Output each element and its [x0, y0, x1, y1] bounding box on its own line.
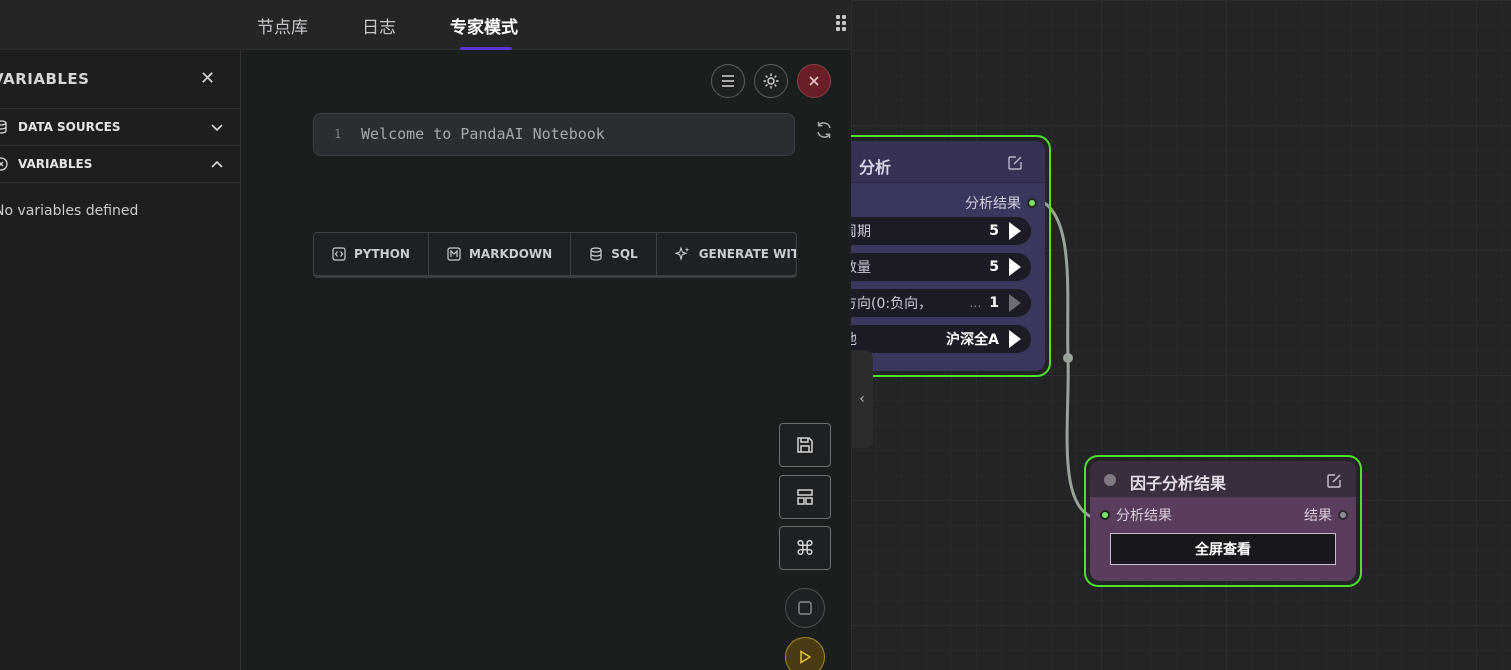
- refresh-icon[interactable]: [814, 120, 834, 140]
- section-data-sources[interactable]: DATA SOURCES: [0, 109, 240, 146]
- section-label: VARIABLES: [18, 157, 93, 171]
- layout-icon: [797, 489, 813, 505]
- increment-arrow-icon[interactable]: [1009, 222, 1021, 240]
- close-notebook-button[interactable]: [797, 64, 831, 98]
- param-label: 方向(0:负向，: [851, 296, 933, 312]
- param-value: 沪深全A: [946, 332, 999, 348]
- variable-icon: [0, 157, 8, 171]
- increment-arrow-icon[interactable]: [1009, 258, 1021, 276]
- increment-arrow-icon[interactable]: [1009, 294, 1021, 312]
- database-icon: [590, 247, 602, 261]
- factor-analysis-node[interactable]: 分析 分析结果 周期 5 数量 5 方向(0:负向，: [851, 135, 1051, 377]
- button-label: SQL: [611, 247, 638, 261]
- run-button[interactable]: [785, 637, 825, 670]
- generate-with-ai-button[interactable]: GENERATE WITH AI: [657, 233, 796, 275]
- tab-expert-mode[interactable]: 专家模式: [450, 13, 518, 38]
- input-port[interactable]: [1100, 510, 1110, 520]
- param-pool[interactable]: 池 沪深全A: [851, 325, 1031, 353]
- output-label: 结果: [1304, 508, 1332, 524]
- variables-panel: VARIABLES ✕ DATA SOURCES VARIABLES No va…: [0, 50, 241, 670]
- add-cell-toolbar: PYTHON MARKDOWN SQL GENERATE WITH AI: [313, 232, 797, 276]
- param-count[interactable]: 数量 5: [851, 253, 1031, 281]
- command-icon: ⌘: [795, 536, 815, 560]
- collapse-panel-handle[interactable]: ‹: [851, 350, 873, 448]
- empty-state-text: No variables defined: [0, 203, 139, 219]
- tab-node-library[interactable]: 节点库: [257, 13, 308, 38]
- top-tab-bar: 节点库 日志 专家模式: [0, 0, 851, 50]
- chevron-down-icon: [211, 124, 223, 132]
- param-value: 1: [989, 295, 999, 311]
- markdown-icon: [447, 247, 461, 261]
- code-icon: [332, 247, 346, 261]
- param-label: 池: [851, 329, 946, 349]
- settings-icon: [763, 73, 779, 89]
- run-icon: [800, 650, 812, 664]
- chevron-up-icon: [211, 160, 223, 168]
- notebook-panel: 1 Welcome to PandaAI Notebook PYTHON MAR…: [241, 50, 851, 670]
- chevron-left-icon: ‹: [859, 391, 865, 407]
- param-value: 5: [989, 259, 999, 275]
- output-port-row: 分析结果: [965, 193, 1037, 213]
- layout-button[interactable]: [779, 475, 831, 519]
- edit-icon[interactable]: [1007, 155, 1023, 171]
- param-value: 5: [989, 223, 999, 239]
- button-label: GENERATE WITH AI: [698, 247, 796, 261]
- command-button[interactable]: ⌘: [779, 526, 831, 570]
- close-icon: [809, 76, 819, 86]
- line-number: 1: [334, 127, 342, 141]
- param-label: 周期: [851, 224, 871, 240]
- param-label: 数量: [851, 260, 871, 276]
- fullscreen-view-button[interactable]: 全屏查看: [1110, 533, 1336, 565]
- drag-handle-icon[interactable]: [836, 15, 846, 31]
- edit-icon[interactable]: [1326, 473, 1342, 489]
- param-period[interactable]: 周期 5: [851, 217, 1031, 245]
- database-icon: [0, 120, 7, 134]
- stop-icon: [798, 601, 812, 615]
- add-markdown-cell-button[interactable]: MARKDOWN: [429, 233, 572, 275]
- param-direction[interactable]: 方向(0:负向， … 1: [851, 289, 1031, 317]
- menu-button[interactable]: [711, 64, 745, 98]
- button-label: MARKDOWN: [468, 247, 553, 261]
- ellipsis: …: [969, 296, 982, 310]
- output-port[interactable]: [1027, 198, 1037, 208]
- add-sql-cell-button[interactable]: SQL: [571, 233, 657, 275]
- increment-arrow-icon[interactable]: [1009, 330, 1021, 348]
- tab-logs[interactable]: 日志: [362, 13, 396, 38]
- node-title: 分析: [859, 158, 892, 177]
- input-label: 分析结果: [1116, 508, 1172, 524]
- status-dot: [1104, 474, 1116, 486]
- factor-analysis-result-node[interactable]: 因子分析结果 分析结果 结果 全屏查看: [1084, 455, 1362, 587]
- graph-canvas[interactable]: 分析 分析结果 周期 5 数量 5 方向(0:负向，: [851, 0, 1511, 670]
- button-label: PYTHON: [354, 247, 410, 261]
- add-python-cell-button[interactable]: PYTHON: [314, 233, 429, 275]
- code-cell[interactable]: 1 Welcome to PandaAI Notebook: [313, 113, 795, 156]
- cell-code[interactable]: Welcome to PandaAI Notebook: [361, 125, 605, 143]
- node-title: 因子分析结果: [1130, 474, 1227, 493]
- save-icon: [797, 437, 813, 453]
- close-icon[interactable]: ✕: [200, 68, 215, 89]
- section-variables[interactable]: VARIABLES: [0, 146, 240, 183]
- panel-title: VARIABLES: [0, 70, 90, 88]
- sparkle-icon: [674, 246, 689, 261]
- section-label: DATA SOURCES: [18, 120, 121, 134]
- save-button[interactable]: [779, 423, 831, 467]
- output-label: 分析结果: [965, 196, 1021, 212]
- output-port[interactable]: [1338, 510, 1348, 520]
- settings-button[interactable]: [754, 64, 788, 98]
- stop-button[interactable]: [785, 588, 825, 628]
- menu-icon: [722, 75, 734, 87]
